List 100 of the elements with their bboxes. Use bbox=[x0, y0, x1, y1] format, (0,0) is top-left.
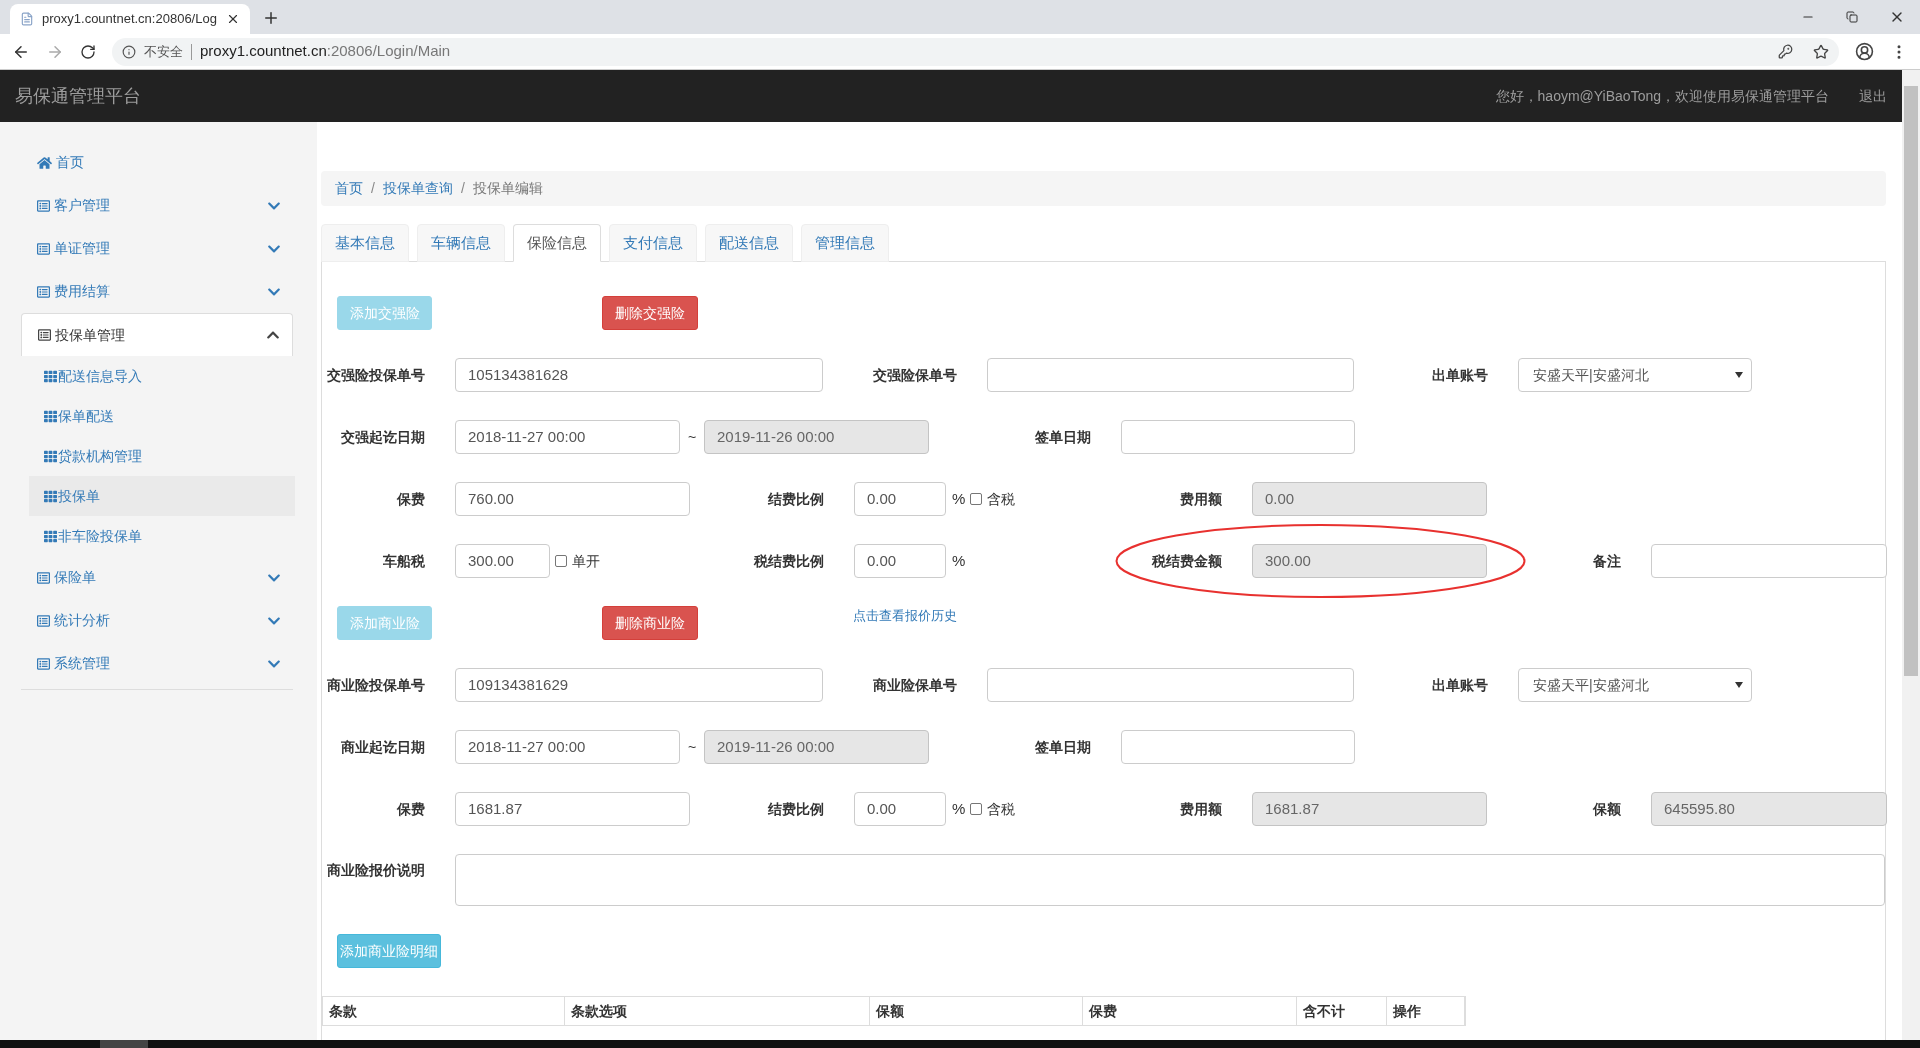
star-icon[interactable] bbox=[1813, 43, 1829, 60]
range-separator: ~ bbox=[686, 427, 698, 447]
text-field[interactable] bbox=[987, 358, 1354, 392]
list-icon bbox=[37, 241, 50, 256]
grid-icon bbox=[44, 529, 57, 543]
field-label: 结费比例 bbox=[768, 799, 824, 819]
checkbox-label: 含税 bbox=[987, 489, 1016, 509]
sidebar-item[interactable]: 保险单 bbox=[21, 556, 293, 599]
sidebar-subitem[interactable]: 保单配送 bbox=[29, 396, 295, 436]
text-field[interactable]: 0.00 bbox=[1252, 482, 1487, 516]
field-label: 签单日期 bbox=[1035, 427, 1091, 447]
tab[interactable]: 基本信息 bbox=[321, 224, 409, 262]
greeting-text: 您好，haoym@YiBaoTong，欢迎使用易保通管理平台 bbox=[1495, 86, 1829, 106]
breadcrumb-link[interactable]: 投保单查询 bbox=[382, 178, 453, 199]
restore-icon[interactable] bbox=[1846, 11, 1858, 23]
sidebar-item[interactable]: 费用结算 bbox=[21, 270, 293, 313]
key-icon[interactable] bbox=[1778, 44, 1793, 59]
text-field[interactable]: 2019-11-26 00:00 bbox=[704, 420, 929, 454]
column-header: 条款选项 bbox=[570, 1001, 627, 1021]
list-icon bbox=[37, 613, 50, 628]
tab[interactable]: 车辆信息 bbox=[417, 224, 505, 262]
scrollbar-thumb[interactable] bbox=[1904, 86, 1918, 676]
select-field[interactable]: 安盛天平|安盛河北 bbox=[1518, 668, 1752, 702]
column-header: 保额 bbox=[876, 1001, 905, 1021]
text-field[interactable]: 0.00 bbox=[854, 544, 946, 578]
page-icon bbox=[20, 12, 34, 26]
delete-button[interactable]: 删除商业险 bbox=[602, 606, 698, 640]
text-field[interactable]: 300.00 bbox=[455, 544, 550, 578]
history-link[interactable]: 点击查看报价历史 bbox=[853, 606, 957, 626]
field-label: 备注 bbox=[1593, 551, 1621, 571]
sidebar-item[interactable]: 首页 bbox=[21, 141, 293, 184]
column-header: 操作 bbox=[1393, 1001, 1422, 1021]
field-label: 税结费金额 bbox=[1152, 551, 1222, 571]
tab[interactable]: 支付信息 bbox=[609, 224, 697, 262]
sidebar-item[interactable]: 系统管理 bbox=[21, 642, 293, 685]
text-field[interactable] bbox=[1121, 730, 1355, 764]
text-field[interactable] bbox=[1651, 544, 1887, 578]
unit-label: % bbox=[952, 550, 966, 571]
checkbox[interactable] bbox=[555, 555, 567, 567]
select-field[interactable]: 安盛天平|安盛河北 bbox=[1518, 358, 1752, 392]
text-field[interactable]: 2018-11-27 00:00 bbox=[455, 730, 680, 764]
reload-icon[interactable] bbox=[80, 43, 96, 60]
sidebar-item[interactable]: 统计分析 bbox=[21, 599, 293, 642]
sidebar-item[interactable]: 单证管理 bbox=[21, 227, 293, 270]
delete-button[interactable]: 删除交强险 bbox=[602, 296, 698, 330]
field-label: 保费 bbox=[397, 489, 425, 509]
text-field[interactable]: 1681.87 bbox=[1252, 792, 1487, 826]
sidebar-item[interactable]: 投保单管理 bbox=[21, 313, 293, 356]
tab[interactable]: 管理信息 bbox=[801, 224, 889, 262]
field-label: 商业险报价说明 bbox=[327, 861, 425, 880]
field-label: 商业险投保单号 bbox=[327, 675, 425, 695]
checkbox-label: 含税 bbox=[987, 799, 1016, 819]
checkbox-label: 单开 bbox=[572, 551, 600, 571]
checkbox[interactable] bbox=[970, 493, 983, 505]
range-separator: ~ bbox=[686, 737, 698, 757]
text-field[interactable]: 109134381629 bbox=[455, 668, 823, 702]
sidebar-item[interactable]: 客户管理 bbox=[21, 184, 293, 227]
field-label: 费用额 bbox=[1180, 799, 1222, 819]
sidebar-subitem[interactable]: 配送信息导入 bbox=[29, 356, 295, 396]
text-field[interactable] bbox=[987, 668, 1354, 702]
account-icon[interactable] bbox=[1855, 42, 1874, 61]
grid-icon bbox=[44, 369, 57, 383]
field-label: 交强险投保单号 bbox=[327, 365, 425, 385]
checkbox[interactable] bbox=[970, 803, 983, 815]
close-icon[interactable] bbox=[226, 12, 240, 26]
browser-tab[interactable]: proxy1.countnet.cn:20806/Log bbox=[10, 4, 250, 34]
sidebar-subitem[interactable]: 投保单 bbox=[29, 476, 295, 516]
field-label: 车船税 bbox=[383, 551, 425, 571]
app-title: 易保通管理平台 bbox=[15, 84, 141, 108]
field-label: 保费 bbox=[397, 799, 425, 819]
new-tab-icon[interactable] bbox=[262, 9, 280, 27]
home-icon bbox=[37, 155, 52, 170]
grid-icon bbox=[44, 449, 57, 463]
text-field[interactable]: 760.00 bbox=[455, 482, 690, 516]
tab[interactable]: 保险信息 bbox=[513, 224, 601, 262]
text-field[interactable]: 2018-11-27 00:00 bbox=[455, 420, 680, 454]
grid-icon bbox=[44, 409, 57, 423]
breadcrumb-current: 投保单编辑 bbox=[472, 179, 543, 198]
text-field[interactable]: 0.00 bbox=[854, 792, 946, 826]
list-icon bbox=[37, 656, 50, 671]
info-icon bbox=[122, 44, 136, 59]
tab[interactable]: 配送信息 bbox=[705, 224, 793, 262]
text-field[interactable] bbox=[1121, 420, 1355, 454]
text-field[interactable]: 300.00 bbox=[1252, 544, 1487, 578]
text-field[interactable]: 645595.80 bbox=[1651, 792, 1887, 826]
breadcrumb-link[interactable]: 首页 bbox=[335, 178, 363, 199]
list-icon bbox=[37, 570, 50, 585]
url-text: proxy1.countnet.cn:20806/Login/Main bbox=[200, 41, 451, 62]
field-label: 交强起讫日期 bbox=[341, 427, 425, 447]
text-field[interactable]: 0.00 bbox=[854, 482, 946, 516]
text-field[interactable]: 1681.87 bbox=[455, 792, 690, 826]
list-icon bbox=[37, 284, 50, 299]
text-field[interactable]: 105134381628 bbox=[455, 358, 823, 392]
address-field[interactable]: 不安全 proxy1.countnet.cn:20806/Login/Main bbox=[112, 37, 1839, 66]
sidebar-subitem[interactable]: 非车险投保单 bbox=[29, 516, 295, 556]
grid-icon bbox=[44, 489, 57, 503]
caret-icon bbox=[1735, 372, 1743, 378]
sidebar-subitem[interactable]: 贷款机构管理 bbox=[29, 436, 295, 476]
text-field[interactable]: 2019-11-26 00:00 bbox=[704, 730, 929, 764]
logout-link[interactable]: 退出 bbox=[1859, 85, 1887, 107]
